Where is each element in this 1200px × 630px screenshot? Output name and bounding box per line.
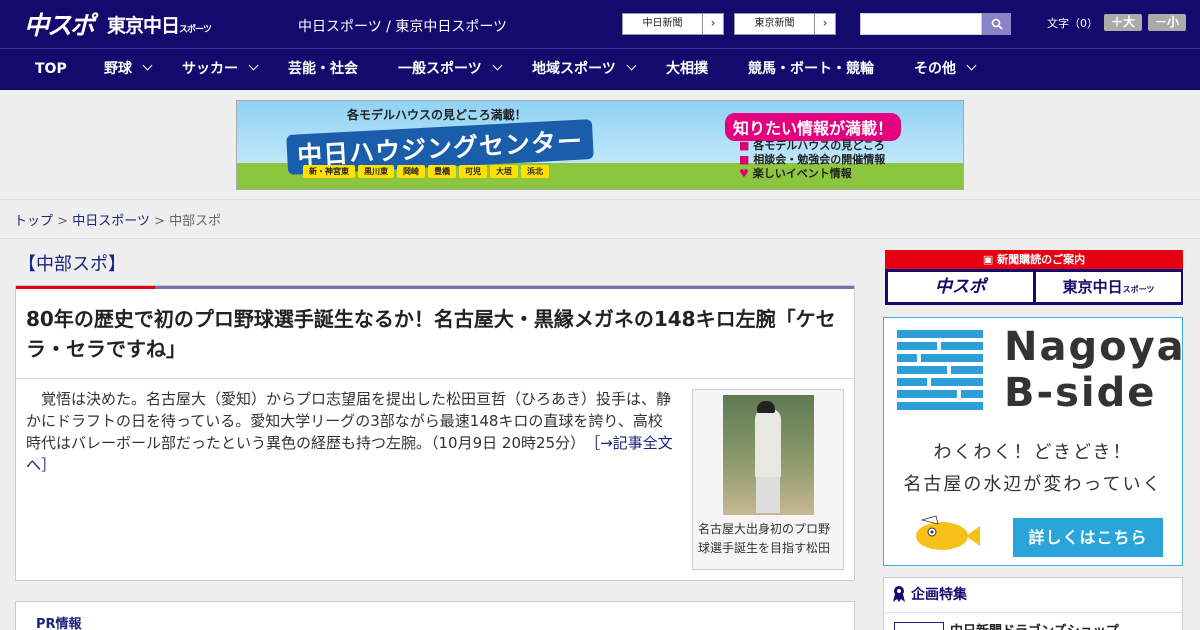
player-photo: [723, 395, 814, 515]
ad-cta-button[interactable]: 詳しくはこちら: [1013, 518, 1163, 557]
font-larger-button[interactable]: ＋大: [1104, 14, 1142, 31]
ad-tagline1: わくわく！どきどき！: [933, 442, 1133, 463]
breadcrumb: トップ > 中日スポーツ > 中部スポ: [14, 214, 222, 229]
nav-sumo[interactable]: 大相撲: [666, 49, 708, 89]
chevron-down-icon: [626, 60, 637, 71]
chevron-right-icon: ›: [710, 16, 716, 30]
nav-local-sports[interactable]: 地域スポーツ: [532, 49, 637, 89]
subscription-head: ▣ 新聞購読のご案内: [885, 250, 1183, 269]
house-icon: ■: [739, 153, 750, 166]
nav-keiba[interactable]: 競馬・ボート・競輪: [748, 49, 874, 89]
chevron-right-icon: ›: [822, 16, 828, 30]
feature-title: 企画特集: [892, 584, 967, 604]
chunichi-shimbun-button[interactable]: 中日新聞 ›: [622, 13, 724, 35]
article-card: 80年の歴史で初のプロ野球選手誕生なるか！名古屋大・黒縁メガネの148キロ左腕「…: [15, 285, 855, 581]
font-size-control: 文字（0） ＋大 －小: [1047, 14, 1186, 31]
feature-item-link[interactable]: 中日新聞ドラゴンズショップ: [950, 620, 1119, 630]
banner-city: 新・神宮東: [303, 165, 355, 178]
article-photo[interactable]: 名古屋大出身初のプロ野球選手誕生を目指す松田: [692, 389, 844, 570]
photo-caption: 名古屋大出身初のプロ野球選手誕生を目指す松田: [698, 522, 831, 555]
nagoya-bside-ad[interactable]: Nagoya B-side わくわく！どきどき！ 名古屋の水辺が変わっていく 詳…: [883, 317, 1186, 566]
breadcrumb-current: 中部スポ: [169, 214, 222, 229]
ad-brand-line1: Nagoya: [1004, 324, 1186, 370]
feature-thumbnail[interactable]: [894, 622, 944, 630]
house-icon: ■: [739, 139, 750, 152]
banner-cities: 新・神宮東 黒川東 岡崎 豊橋 可児 大垣 浜北: [303, 165, 549, 178]
brick-logo-icon: [897, 330, 983, 414]
subscribe-chusupo-button[interactable]: 中スポ: [888, 272, 1033, 302]
banner-city: 大垣: [490, 165, 518, 178]
tokyo-shimbun-label: 東京新聞: [735, 14, 815, 34]
banner-catch: 各モデルハウスの見どころ満載！: [347, 108, 527, 122]
main-nav: TOP 野球 サッカー 芸能・社会 一般スポーツ 地域スポーツ 大相撲 競馬・ボ…: [0, 48, 1200, 90]
article-summary: 覚悟は決めた。名古屋大（愛知）からプロ志望届を提出した松田亘哲（ひろあき）投手は…: [26, 390, 673, 474]
font-size-label: 文字（0）: [1047, 16, 1098, 30]
logo-chusupo: 中スポ: [24, 11, 95, 40]
pr-title: PR情報: [36, 617, 82, 630]
newspaper-icon: ▣: [982, 253, 994, 266]
nav-top[interactable]: TOP: [35, 49, 67, 89]
ribbon-icon: [893, 586, 905, 602]
section-title: 【中部スポ】: [18, 254, 126, 275]
subscription-box: ▣ 新聞購読のご案内 中スポ 東京中日スポーツ: [885, 250, 1183, 305]
logo-tokyo-chunichi: 東京中日スポーツ: [107, 14, 212, 37]
banner-right-head: 知りたい情報が満載！: [725, 113, 902, 141]
banner-city: 浜北: [521, 165, 549, 178]
feature-box: 企画特集 中日新聞ドラゴンズショップ: [883, 577, 1183, 630]
breadcrumb-chunichi-sports[interactable]: 中日スポーツ: [72, 214, 150, 229]
search-form: [860, 13, 1011, 35]
search-input[interactable]: [860, 13, 982, 35]
subscribe-tokyo-chunichi-button[interactable]: 東京中日スポーツ: [1036, 272, 1181, 302]
chevron-down-icon: [492, 60, 503, 71]
search-button[interactable]: [982, 13, 1011, 35]
ad-banner-area: 各モデルハウスの見どころ満載！ 中日ハウジングセンター 新・神宮東 黒川東 岡崎…: [0, 90, 1200, 200]
pr-section: PR情報: [15, 601, 855, 630]
ad-tagline2: 名古屋の水辺が変わっていく: [903, 474, 1163, 495]
banner-city: 豊橋: [428, 165, 456, 178]
nav-general-sports[interactable]: 一般スポーツ: [398, 49, 503, 89]
tokyo-shimbun-button[interactable]: 東京新聞 ›: [734, 13, 836, 35]
article-headline[interactable]: 80年の歴史で初のプロ野球選手誕生なるか！名古屋大・黒縁メガネの148キロ左腕「…: [26, 304, 852, 364]
banner-city: 黒川東: [358, 165, 394, 178]
nav-baseball[interactable]: 野球: [104, 49, 153, 89]
header: 中スポ 東京中日スポーツ 中日スポーツ / 東京中日スポーツ 中日新聞 › 東京…: [0, 0, 1200, 48]
nav-other[interactable]: その他: [914, 49, 977, 89]
font-smaller-button[interactable]: －小: [1148, 14, 1186, 31]
banner-features: ■ 各モデルハウスの見どころ ■ 相談会・勉強会の開催情報 ♥ 楽しいイベント情…: [739, 139, 886, 180]
ad-brand-line2: B-side: [1004, 370, 1157, 416]
site-name: 中日スポーツ / 東京中日スポーツ: [298, 19, 508, 35]
chevron-down-icon: [966, 60, 977, 71]
chevron-down-icon: [142, 60, 153, 71]
chunichi-shimbun-label: 中日新聞: [623, 14, 703, 34]
housing-center-banner[interactable]: 各モデルハウスの見どころ満載！ 中日ハウジングセンター 新・神宮東 黒川東 岡崎…: [236, 100, 964, 190]
fish-mascot-icon: [916, 515, 980, 550]
nav-entertainment[interactable]: 芸能・社会: [288, 49, 358, 89]
banner-city: 可児: [459, 165, 487, 178]
chevron-down-icon: [248, 60, 259, 71]
breadcrumb-top[interactable]: トップ: [14, 214, 53, 229]
banner-city: 岡崎: [397, 165, 425, 178]
search-icon: [991, 18, 1003, 30]
heart-icon: ♥: [739, 167, 749, 180]
nav-soccer[interactable]: サッカー: [182, 49, 259, 89]
logo[interactable]: 中スポ 東京中日スポーツ: [24, 8, 212, 40]
